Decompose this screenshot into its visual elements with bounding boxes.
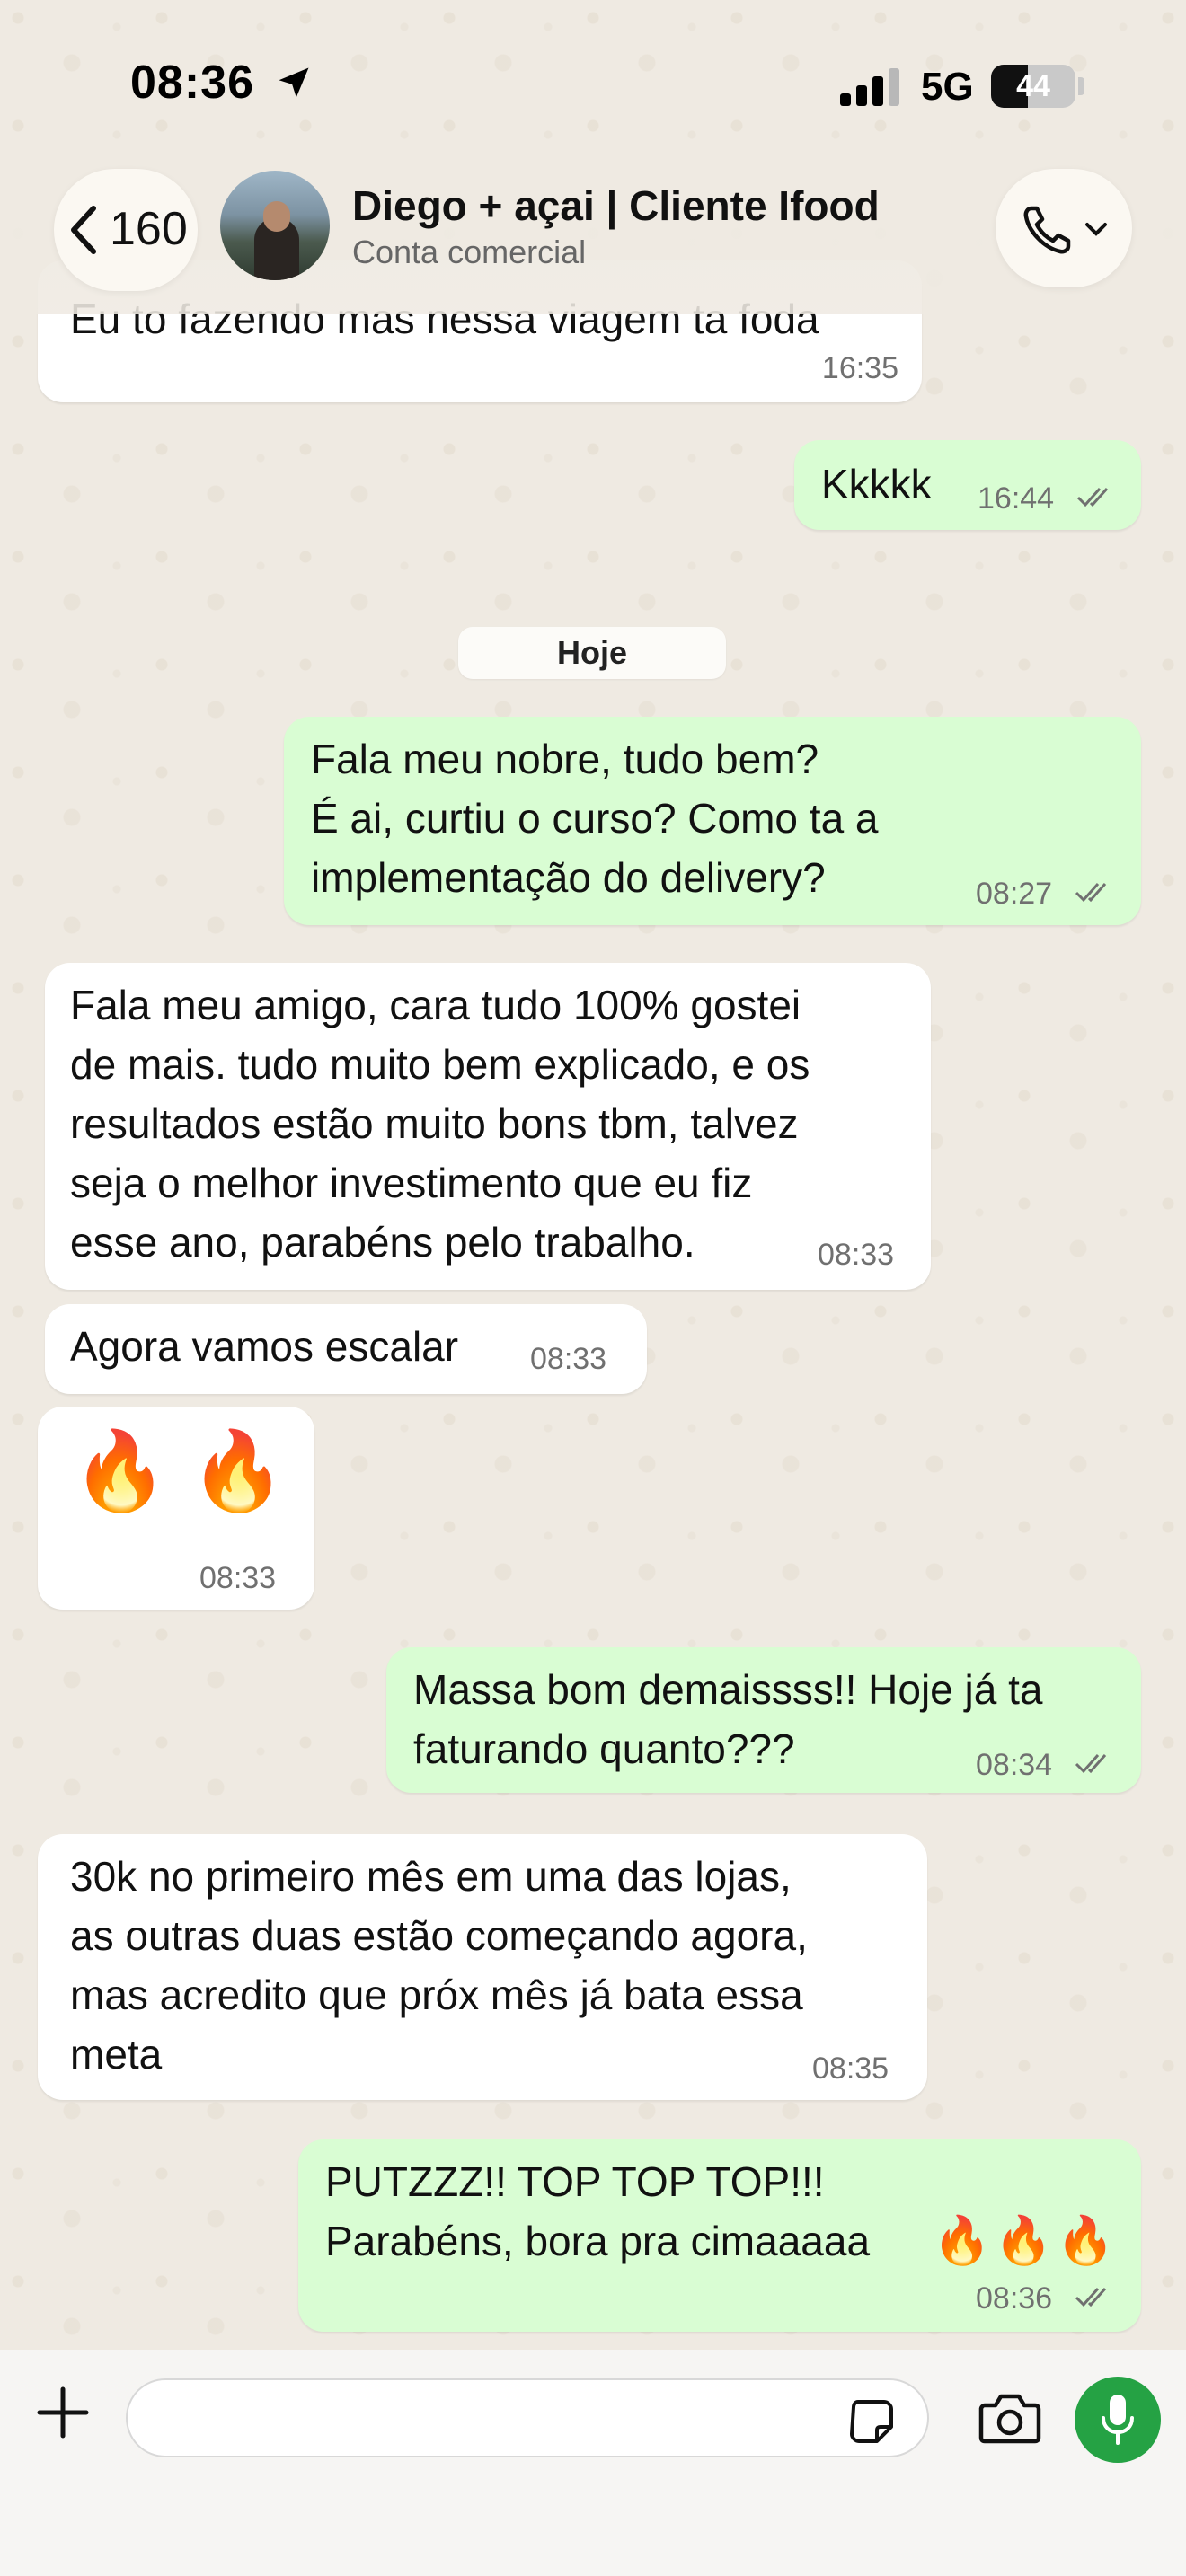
message-bubble-incoming[interactable]: Agora vamos escalar 08:33 [45, 1304, 647, 1394]
message-text: Kkkkk [821, 461, 932, 507]
signal-icon [840, 68, 899, 106]
message-time: 08:36 [976, 2281, 1053, 2316]
location-arrow-icon [279, 67, 309, 98]
back-chevron-icon [71, 206, 96, 254]
message-text: Fala meu nobre, tudo bem? É ai, curtiu o… [311, 736, 879, 901]
mic-button[interactable] [1075, 2377, 1161, 2463]
emoji-message: 🔥 🔥 [72, 1428, 287, 1514]
battery-icon: 44 [991, 65, 1075, 108]
message-time: 08:33 [199, 1561, 277, 1595]
sticker-icon[interactable] [845, 2395, 898, 2448]
battery-tip [1078, 77, 1084, 95]
read-ticks-icon [1076, 488, 1109, 507]
message-bubble-outgoing[interactable]: Massa bom demaissss!! Hoje já ta faturan… [386, 1647, 1141, 1793]
avatar[interactable] [220, 171, 330, 280]
camera-icon[interactable] [978, 2389, 1042, 2447]
read-ticks-icon [1075, 883, 1107, 903]
message-time: 08:33 [818, 1238, 895, 1272]
contact-subtitle: Conta comercial [352, 234, 587, 270]
message-time: 16:44 [978, 481, 1055, 516]
fire-emoji-suffix: 🔥🔥🔥 [933, 2215, 1119, 2267]
status-bar: 08:36 5G 44 [0, 0, 1186, 162]
battery-level: 44 [1016, 69, 1050, 103]
message-bubble-incoming[interactable]: 30k no primeiro mês em uma das lojas, as… [38, 1834, 927, 2100]
call-button[interactable] [996, 169, 1132, 287]
mic-icon [1102, 2395, 1134, 2445]
date-separator: Hoje [458, 627, 726, 679]
message-time: 08:27 [976, 877, 1053, 911]
message-text: PUTZZZ!! TOP TOP TOP!!! Parabéns, bora p… [325, 2158, 871, 2264]
read-ticks-icon [1075, 1754, 1107, 1774]
message-time: 08:35 [812, 2051, 890, 2086]
message-time: 08:33 [530, 1342, 607, 1376]
message-bubble-outgoing[interactable]: PUTZZZ!! TOP TOP TOP!!! Parabéns, bora p… [298, 2139, 1141, 2332]
back-button[interactable]: 160 [54, 169, 198, 291]
unread-count: 160 [110, 203, 188, 255]
message-input-bar [0, 2350, 1186, 2576]
message-time: 08:34 [976, 1748, 1053, 1782]
message-text: Agora vamos escalar [70, 1323, 459, 1370]
status-time: 08:36 [130, 57, 254, 109]
message-input[interactable] [126, 2378, 929, 2457]
message-text: 30k no primeiro mês em uma das lojas, as… [70, 1853, 808, 2078]
message-text: Fala meu amigo, cara tudo 100% gostei de… [70, 982, 810, 1266]
plus-icon[interactable] [34, 2384, 92, 2441]
message-bubble-outgoing[interactable]: Kkkkk 16:44 [794, 440, 1141, 530]
contact-name[interactable]: Diego + açai | Cliente Ifood [352, 181, 880, 230]
phone-icon [1023, 206, 1071, 254]
message-time: 16:35 [821, 351, 898, 385]
chevron-down-icon [1085, 223, 1107, 236]
message-text: Massa bom demaissss!! Hoje já ta faturan… [413, 1666, 1043, 1772]
chat-header: 160 Diego + açai | Cliente Ifood Conta c… [0, 162, 1186, 314]
message-bubble-outgoing[interactable]: Fala meu nobre, tudo bem? É ai, curtiu o… [284, 717, 1141, 925]
message-bubble-incoming[interactable]: 🔥 🔥 08:33 [38, 1407, 314, 1610]
message-bubble-incoming[interactable]: Fala meu amigo, cara tudo 100% gostei de… [45, 963, 931, 1290]
network-type: 5G [921, 65, 974, 109]
avatar-head [263, 201, 290, 232]
read-ticks-icon [1075, 2288, 1107, 2307]
